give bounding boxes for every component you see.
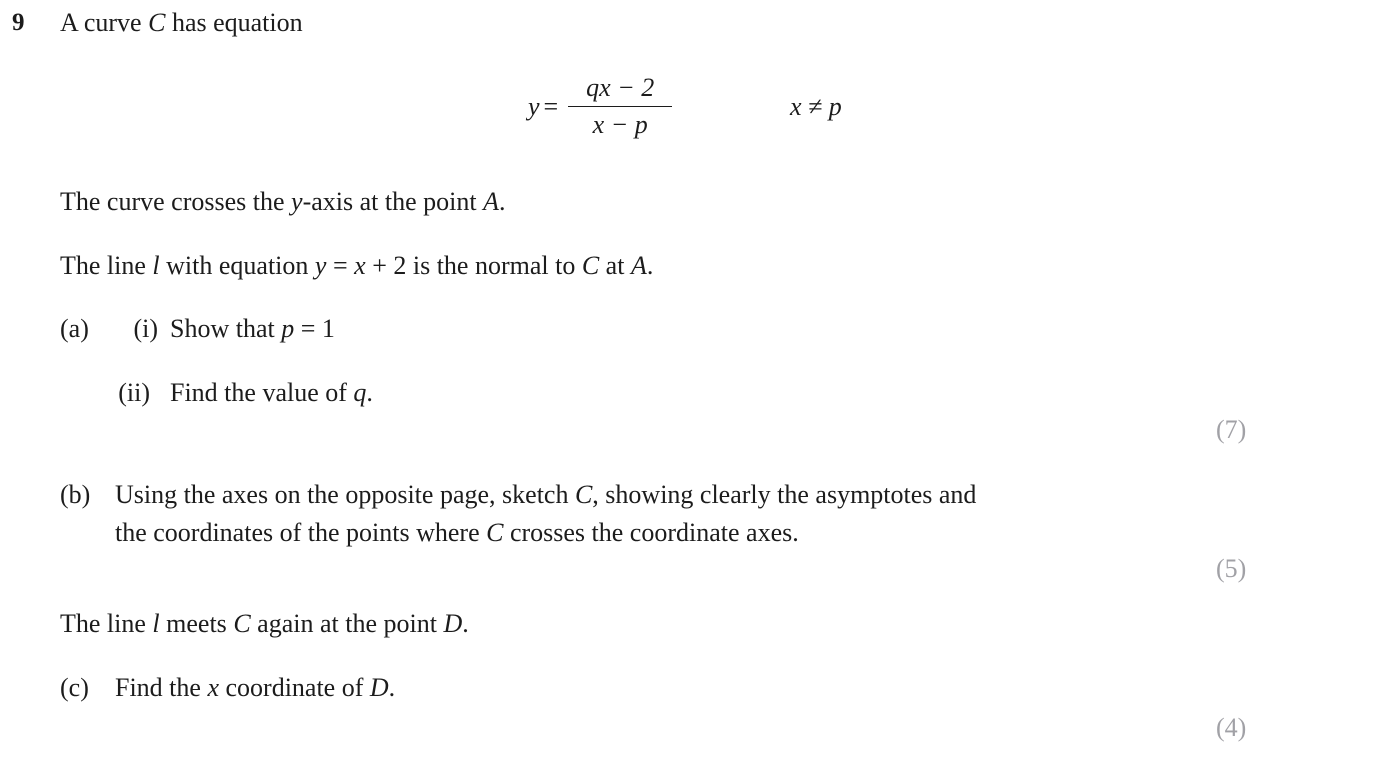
equation-lhs: y [528, 92, 540, 121]
fraction-denominator: x − p [592, 110, 648, 140]
statement-normal-line: The line l with equation y = x + 2 is th… [60, 251, 654, 280]
question-stem-text: A curve C has equation [60, 8, 303, 37]
part-a-item-i-label: (i) [133, 314, 158, 343]
part-a-item-ii-text: Find the value of q. [170, 378, 373, 407]
part-c: (c) Find the x coordinate of D. [60, 669, 660, 707]
part-a-item-ii: (ii) Find the value of q. [60, 374, 660, 412]
part-c-text: Find the x coordinate of D. [115, 673, 396, 702]
part-a-item-i: (a) (i) Show that p = 1 [60, 310, 660, 348]
part-b: (b) Using the axes on the opposite page,… [60, 476, 1195, 552]
exam-question-page: 9 A curve C has equation y = qx − 2 x − … [0, 0, 1388, 774]
part-c-label: (c) [60, 673, 89, 702]
statement-crosses-y-axis: The curve crosses the y-axis at the poin… [60, 187, 506, 216]
part-a-item-i-text: Show that p = 1 [170, 314, 335, 343]
question-number: 9 [12, 9, 25, 36]
display-equation: y = qx − 2 x − p x ≠ p [60, 62, 1260, 152]
equation-condition: x ≠ p [790, 92, 842, 121]
question-stem: A curve C has equation [60, 6, 303, 40]
marks-part-c: (4) [1216, 713, 1247, 742]
part-b-line-2: the coordinates of the points where C cr… [115, 518, 799, 547]
equation-expression: y = qx − 2 x − p [528, 62, 673, 152]
fraction-numerator: qx − 2 [586, 73, 655, 103]
equation-equals-sign: = [543, 92, 559, 121]
part-b-label: (b) [60, 480, 91, 509]
part-a-label: (a) [60, 314, 89, 343]
statement-meets-again: The line l meets C again at the point D. [60, 609, 469, 638]
equation-fraction: qx − 2 x − p [568, 73, 673, 141]
part-b-line-1: Using the axes on the opposite page, ske… [115, 480, 977, 509]
marks-part-a: (7) [1216, 415, 1247, 444]
part-b-body: Using the axes on the opposite page, ske… [115, 476, 1195, 552]
marks-part-b: (5) [1216, 554, 1247, 583]
part-a-item-ii-label: (ii) [118, 378, 150, 407]
